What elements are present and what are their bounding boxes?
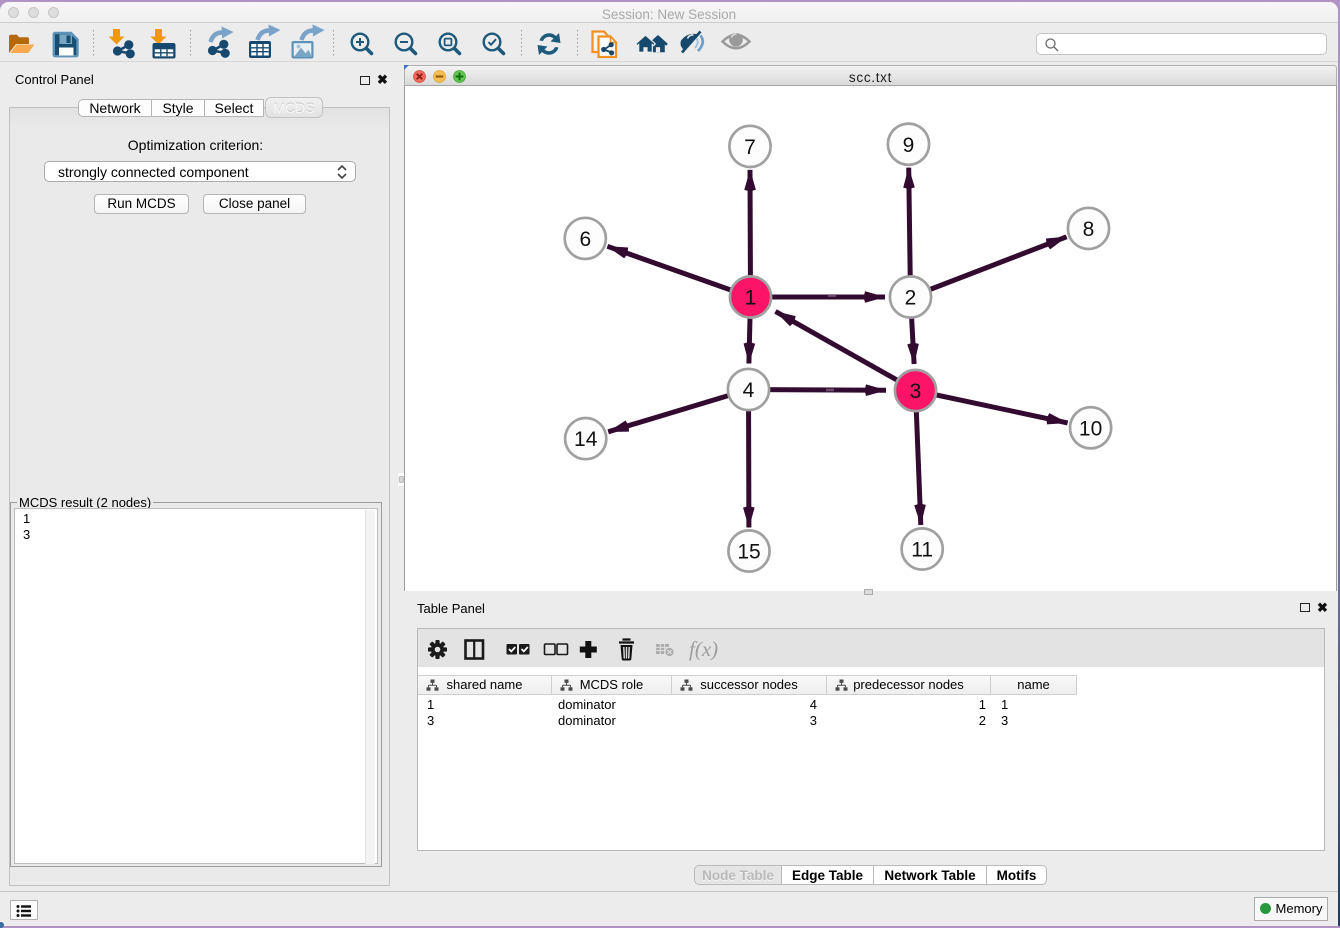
svg-text:14: 14 [574,428,598,451]
svg-text:1: 1 [745,287,757,310]
svg-text:6: 6 [579,228,591,251]
svg-text:4: 4 [743,379,755,402]
svg-text:f(x): f(x) [689,637,718,661]
svg-text:11: 11 [911,539,933,562]
svg-text:10: 10 [1079,417,1102,440]
svg-text:3: 3 [910,380,922,403]
svg-text:8: 8 [1083,218,1095,241]
svg-text:2: 2 [905,287,917,310]
svg-text:15: 15 [737,541,760,564]
svg-text:9: 9 [903,134,915,157]
svg-text:7: 7 [744,136,756,159]
